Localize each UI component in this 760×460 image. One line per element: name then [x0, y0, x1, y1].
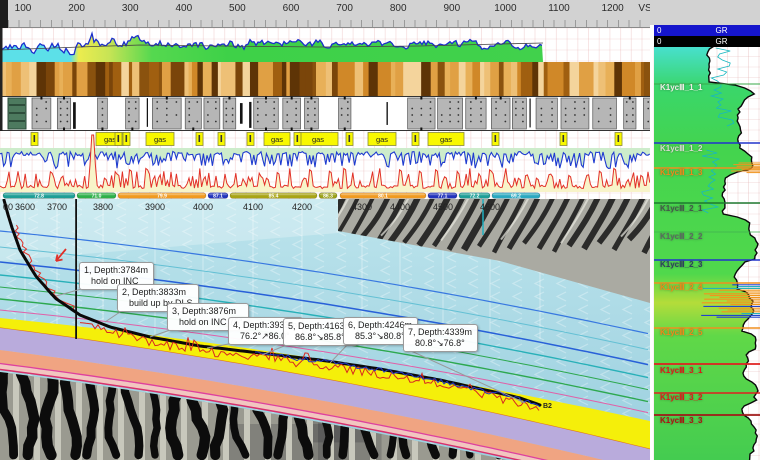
gas-tag — [196, 133, 203, 146]
gas-tag — [123, 133, 130, 146]
formation-top-label: K1ycⅢ_1_2 — [660, 144, 702, 153]
gas-tag — [294, 133, 301, 146]
ruler-tick: 300 — [113, 3, 147, 14]
depth-label: 4400 — [390, 202, 410, 212]
depth-label: 3800 — [93, 202, 113, 212]
gas-tag — [492, 133, 499, 146]
svg-text:gas: gas — [312, 135, 324, 144]
gr-log-canvas[interactable] — [650, 0, 760, 460]
gas-tag — [218, 133, 225, 146]
formation-top-label: K1ycⅢ_2_1 — [660, 204, 702, 213]
ruler-tick: 100 — [6, 3, 40, 14]
formation-top-label: K1ycⅢ_2_4 — [660, 283, 702, 292]
ruler-tick: 600 — [274, 3, 308, 14]
svg-text:gas: gas — [271, 135, 283, 144]
ruler-tick: 800 — [381, 3, 415, 14]
gas-tag — [615, 133, 622, 146]
gas-tag — [31, 133, 38, 146]
gas-marker: gas — [368, 133, 396, 146]
depth-label: 4200 — [292, 202, 312, 212]
depth-label: 00 — [3, 202, 13, 212]
gas-tag — [115, 133, 122, 146]
gas-tag — [346, 133, 353, 146]
vs-ruler[interactable]: 100200300400500600700800900100011001200 … — [0, 0, 760, 28]
formation-top-label: K1ycⅢ_2_3 — [660, 260, 702, 269]
depth-label: 4600 — [480, 202, 500, 212]
depth-label: 3900 — [145, 202, 165, 212]
gr-curve-name: GR — [715, 25, 727, 36]
gas-marker: gas — [428, 133, 464, 146]
svg-text:gas: gas — [376, 135, 388, 144]
gr-log-panel[interactable] — [650, 0, 760, 460]
svg-text:gas: gas — [440, 135, 452, 144]
ruler-tick: 200 — [60, 3, 94, 14]
gas-tag — [412, 133, 419, 146]
log-tracks-panel[interactable]: gasgasgasgasgasgas72.871.079.987.185.486… — [0, 28, 650, 199]
geosteering-app: 100200300400500600700800900100011001200 … — [0, 0, 760, 460]
annotation-depth: 2, Depth:3833m — [122, 287, 193, 298]
log-tracks-canvas[interactable]: gasgasgasgasgasgas72.871.079.987.185.486… — [0, 28, 650, 199]
ruler-tick: 700 — [328, 3, 362, 14]
gr-scale-min-2: 0 — [657, 36, 661, 47]
ruler-tick: 1000 — [488, 3, 522, 14]
gas-marker: gas — [146, 133, 174, 146]
formation-top-label: K1ycⅢ_3_2 — [660, 393, 702, 402]
depth-label: 4300 — [352, 202, 372, 212]
gas-tag — [560, 133, 567, 146]
ruler-tick: 400 — [167, 3, 201, 14]
formation-top-label: K1ycⅢ_3_3 — [660, 416, 702, 425]
gr-header-secondary: 0 GR — [654, 36, 760, 47]
depth-label: 4100 — [243, 202, 263, 212]
depth-label: 3600 — [15, 202, 35, 212]
ruler-minor-ticks — [8, 20, 650, 27]
gr-curve-name-2: GR — [715, 36, 727, 47]
gr-scale-min: 0 — [657, 25, 661, 36]
ruler-tick: 1100 — [542, 3, 576, 14]
depth-label: 3700 — [47, 202, 67, 212]
ruler-tick: 900 — [435, 3, 469, 14]
formation-top-label: K1ycⅢ_2_5 — [660, 328, 702, 337]
formation-top-label: K1ycⅢ_3_1 — [660, 366, 702, 375]
trajectory-end-label: B2 — [543, 403, 552, 410]
svg-text:gas: gas — [154, 135, 166, 144]
annotation-depth: 3, Depth:3876m — [172, 306, 243, 317]
ruler-tick: 1200 — [596, 3, 630, 14]
annotation-box[interactable]: 7, Depth:4339m80.8°↘76.8° — [403, 324, 478, 352]
formation-top-label: K1ycⅢ_1_1 — [660, 83, 702, 92]
gas-tag — [247, 133, 254, 146]
svg-text:gas: gas — [104, 135, 116, 144]
annotation-note: 80.8°↘76.8° — [408, 338, 472, 349]
gas-marker: gas — [298, 133, 338, 146]
depth-label: 4000 — [193, 202, 213, 212]
formation-top-label: K1ycⅢ_1_3 — [660, 168, 702, 177]
gr-header-primary: 0 GR — [654, 25, 760, 36]
ruler-tick: 500 — [220, 3, 254, 14]
gas-marker: gas — [264, 133, 290, 146]
annotation-depth: 1, Depth:3784m — [84, 265, 148, 276]
annotation-depth: 7, Depth:4339m — [408, 327, 472, 338]
formation-top-label: K1ycⅢ_2_2 — [660, 232, 702, 241]
depth-label: 4500 — [433, 202, 453, 212]
